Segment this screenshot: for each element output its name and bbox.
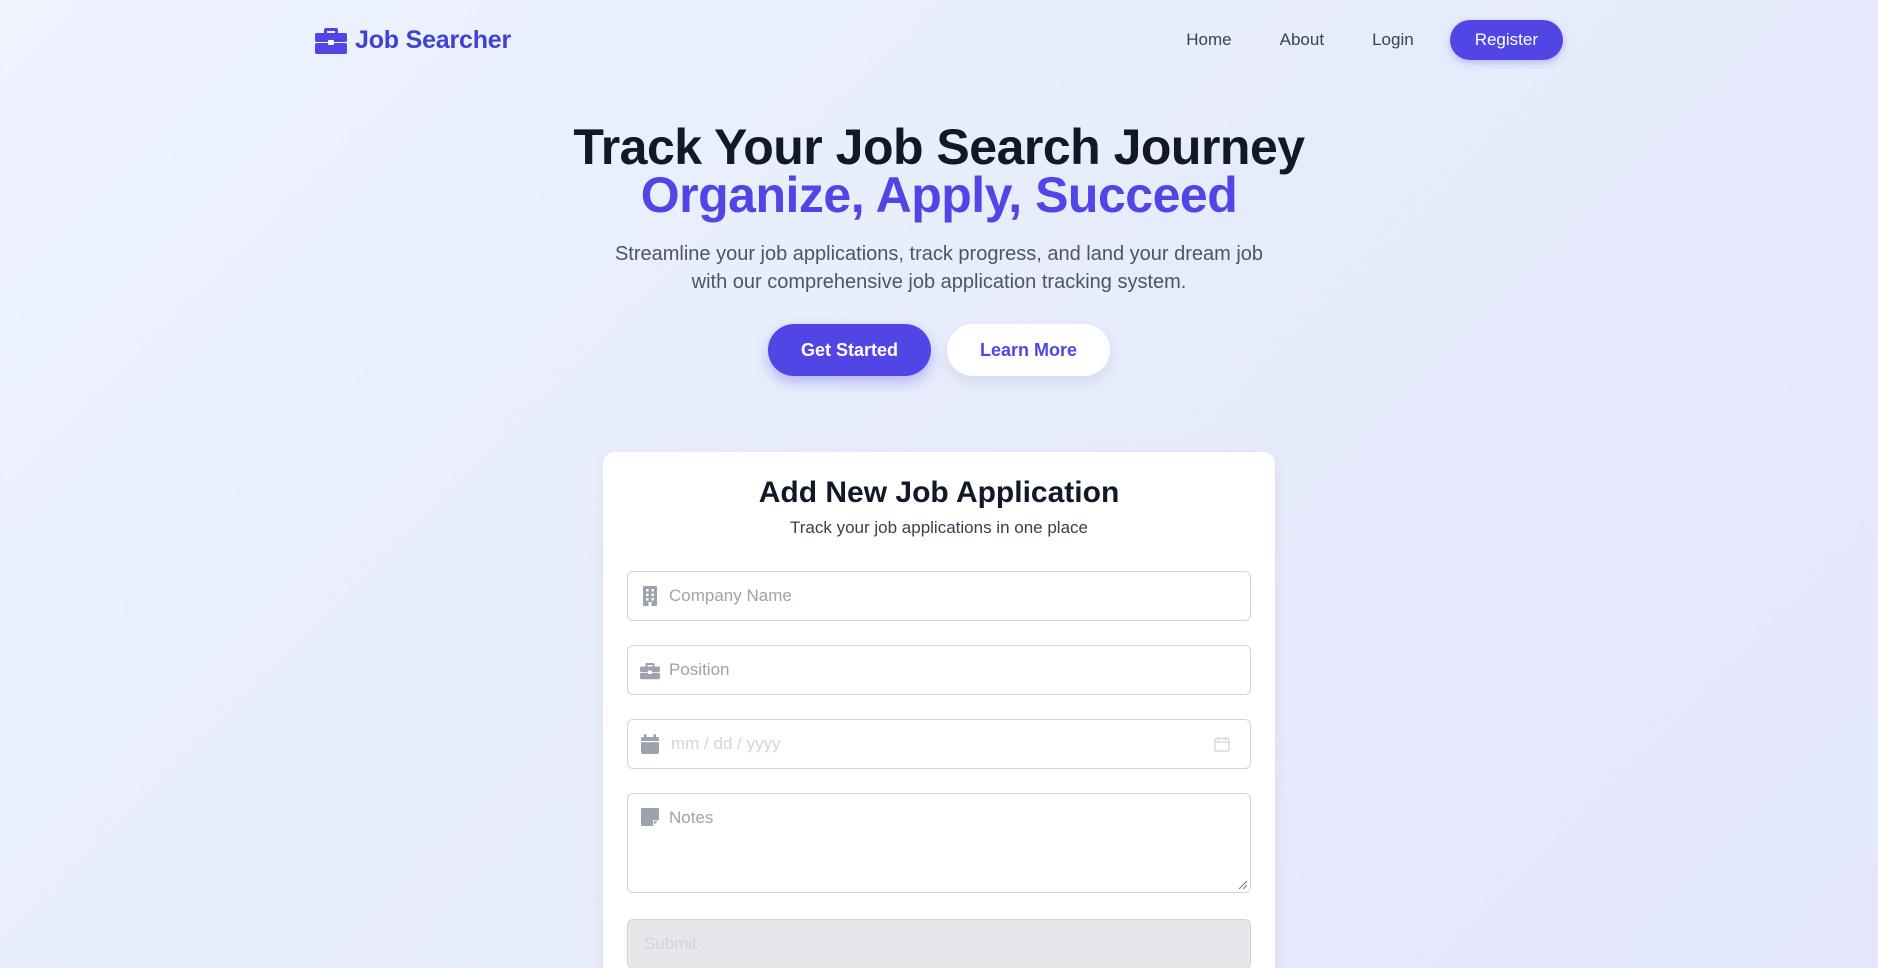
- nav-about-link[interactable]: About: [1256, 30, 1348, 50]
- date-picker-icon[interactable]: [1214, 736, 1230, 752]
- building-icon: [643, 586, 657, 606]
- position-field: [627, 645, 1251, 695]
- register-button[interactable]: Register: [1449, 20, 1563, 60]
- calendar-icon: [641, 734, 659, 754]
- company-field: [627, 571, 1251, 621]
- briefcase-icon: [640, 663, 660, 680]
- briefcase-icon: [315, 28, 347, 54]
- brand-name: Job Searcher: [355, 25, 512, 54]
- top-navbar: Job Searcher Home About Login Register: [315, 0, 1563, 80]
- nav-home-link[interactable]: Home: [1162, 30, 1255, 50]
- position-input[interactable]: [628, 646, 1250, 694]
- hero-description: Streamline your job applications, track …: [614, 243, 1264, 293]
- date-input[interactable]: mm / dd / yyyy: [671, 734, 781, 754]
- resize-handle-icon[interactable]: [1238, 880, 1248, 890]
- form-title: Add New Job Application: [758, 476, 1120, 509]
- hero-section: Track Your Job Search Journey Organize, …: [0, 122, 1878, 376]
- hero-subtitle: Organize, Apply, Succeed: [640, 167, 1238, 223]
- notes-field: [627, 793, 1251, 893]
- learn-more-button[interactable]: Learn More: [947, 324, 1110, 376]
- get-started-button[interactable]: Get Started: [768, 324, 931, 376]
- brand-logo[interactable]: Job Searcher: [315, 26, 511, 55]
- nav-links: Home About Login Register: [1162, 20, 1563, 60]
- hero-buttons: Get Started Learn More: [0, 324, 1878, 376]
- company-name-input[interactable]: [628, 572, 1250, 620]
- form-subtitle: Track your job applications in one place: [790, 518, 1088, 537]
- add-application-card: Add New Job Application Track your job a…: [603, 452, 1275, 968]
- notes-textarea[interactable]: [628, 794, 1250, 892]
- date-field[interactable]: mm / dd / yyyy: [627, 719, 1251, 769]
- note-icon: [641, 808, 659, 826]
- submit-button[interactable]: Submit: [627, 919, 1251, 968]
- hero-title: Track Your Job Search Journey: [573, 119, 1305, 175]
- nav-login-link[interactable]: Login: [1348, 30, 1438, 50]
